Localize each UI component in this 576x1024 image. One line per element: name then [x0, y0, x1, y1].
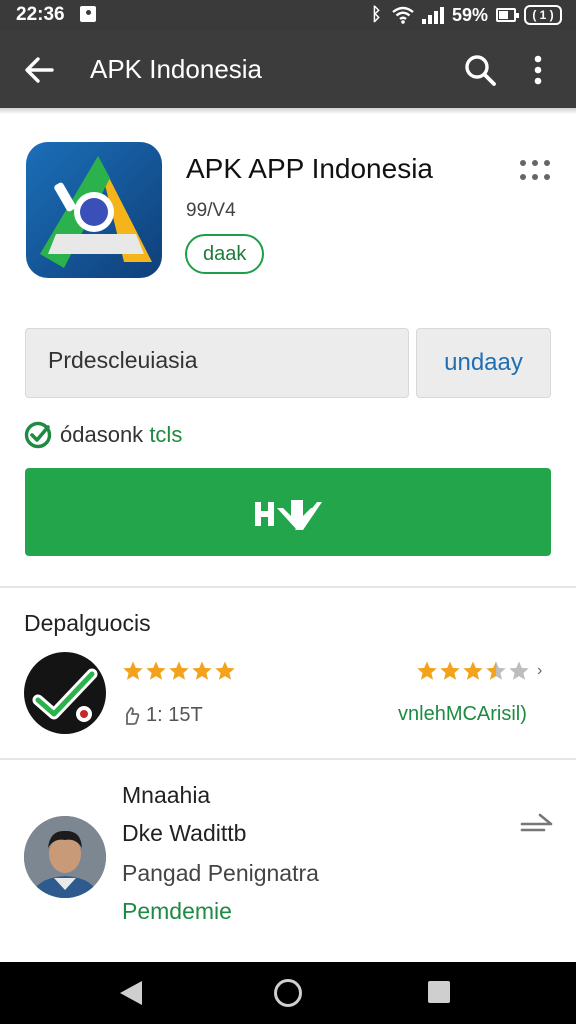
nav-recents-icon[interactable]: [428, 981, 450, 1003]
text-field[interactable]: Prdescleuiasia: [25, 328, 409, 398]
app-bar-shadow: [0, 108, 576, 114]
app-options-icon[interactable]: [520, 160, 552, 182]
app-badge[interactable]: daak: [185, 234, 265, 274]
battery-icon: [496, 8, 519, 22]
star-icon: [146, 661, 166, 680]
app-bar-title: APK Indonesia: [90, 54, 263, 84]
review-heading: Mnaahia: [122, 782, 211, 808]
star-icon: [463, 661, 483, 680]
download-stat: 1: 15T: [122, 704, 203, 727]
search-icon[interactable]: [460, 50, 500, 90]
field-action-button[interactable]: undaay: [416, 328, 551, 398]
star-icon: [123, 661, 143, 680]
nav-home-icon[interactable]: [274, 979, 302, 1007]
more-vert-icon[interactable]: [518, 50, 558, 90]
rating-stars-secondary: ›: [416, 660, 542, 682]
rating-stars: [122, 660, 236, 682]
divider: [0, 758, 576, 760]
reviewer-name: Dke Wadittb: [122, 820, 247, 846]
navigation-bar: [0, 962, 576, 1024]
verified-check-icon: [24, 421, 52, 449]
star-icon: [440, 661, 460, 680]
back-arrow-icon[interactable]: [20, 50, 60, 90]
review-text: Pangad Penignatra: [122, 860, 319, 886]
app-name: APK APP Indonesia: [186, 153, 433, 184]
star-icon: [169, 661, 189, 680]
star-icon: [215, 661, 235, 680]
status-icons: 59% ( 1 ): [370, 3, 562, 27]
arrow-right-icon[interactable]: [520, 812, 554, 840]
notification-icon: [80, 6, 96, 22]
signal-icon: [421, 6, 444, 24]
wifi-icon: [392, 6, 414, 24]
nav-back-icon[interactable]: [118, 980, 144, 1006]
reviewer-avatar[interactable]: [24, 816, 106, 898]
star-icon: [486, 661, 506, 680]
thumb-icon: [126, 706, 140, 725]
developer-section-title: Depalguocis: [24, 610, 151, 636]
app-icon: [26, 142, 162, 278]
verified-suffix: tcls: [149, 422, 183, 447]
status-bar: 22:36 59% ( 1 ): [0, 0, 576, 30]
verified-prefix: ódasonk: [60, 422, 144, 447]
chevron-right-icon[interactable]: ›: [537, 662, 542, 680]
verified-text: ódasonk tcls: [60, 422, 182, 448]
bluetooth-icon: [370, 4, 384, 25]
app-version: 99/V4: [186, 200, 236, 221]
review-link[interactable]: Pemdemie: [122, 898, 232, 925]
divider: [0, 586, 576, 588]
battery-percent: 59%: [451, 4, 488, 25]
star-icon: [509, 661, 529, 680]
download-stat-value: 1: 15T: [146, 704, 203, 726]
app-bar: APK Indonesia: [0, 30, 576, 108]
developer-link[interactable]: vnlehMCArisil): [398, 703, 527, 726]
developer-avatar[interactable]: [24, 652, 106, 734]
verified-row: ódasonk tcls: [24, 420, 182, 450]
status-time: 22:36: [16, 4, 65, 25]
battery-pill: ( 1 ): [524, 5, 562, 25]
install-button[interactable]: [25, 468, 551, 556]
star-icon: [417, 661, 437, 680]
star-icon: [192, 661, 212, 680]
download-icon: [255, 500, 322, 530]
